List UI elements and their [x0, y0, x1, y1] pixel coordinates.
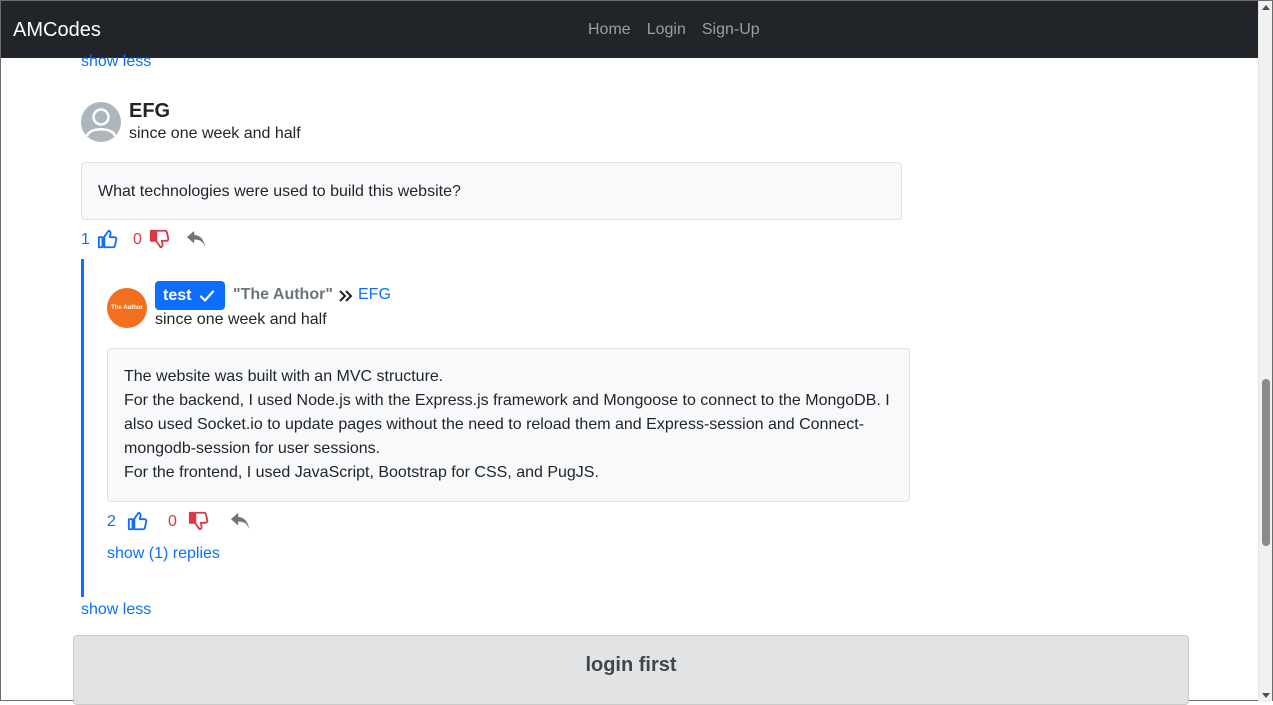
user-avatar: [81, 102, 121, 142]
navbar: AMCodes Home Login Sign-Up: [1, 1, 1260, 58]
reply-text-line: The website was built with an MVC struct…: [124, 368, 444, 385]
brand-logo[interactable]: AMCodes: [13, 18, 101, 42]
comment-text: What technologies were used to build thi…: [98, 183, 461, 200]
author-avatar-label: The Author: [111, 305, 143, 311]
comment-author[interactable]: EFG: [129, 100, 170, 123]
nav-login[interactable]: Login: [647, 20, 686, 40]
show-less-link[interactable]: show less: [81, 53, 151, 71]
reply-icon[interactable]: [229, 511, 251, 531]
dislike-count: 0: [133, 231, 142, 248]
reply-icon[interactable]: [185, 229, 207, 249]
nav-signup[interactable]: Sign-Up: [702, 20, 760, 40]
reply-text-line: For the backend, I used Node.js with the…: [124, 392, 890, 409]
reply-body: The website was built with an MVC struct…: [107, 348, 910, 502]
reply-text-line: mongodb-session for user sessions.: [124, 440, 381, 457]
nav-home[interactable]: Home: [588, 20, 631, 40]
reply-like-count: 2: [107, 513, 116, 530]
comment-body: What technologies were used to build thi…: [81, 162, 902, 220]
scroll-up-arrow-icon[interactable]: [1262, 5, 1270, 10]
reply-dislike-count: 0: [168, 513, 177, 530]
thumbs-up-icon[interactable]: [127, 510, 149, 532]
reply-text-line: For the frontend, I used JavaScript, Boo…: [124, 464, 599, 481]
author-badge[interactable]: test: [155, 281, 225, 310]
login-first-label: login first: [585, 654, 677, 676]
thumbs-up-icon[interactable]: [97, 228, 119, 250]
scrollbar[interactable]: [1258, 1, 1272, 702]
nav-links: Home Login Sign-Up: [588, 20, 776, 40]
reply-text-line: also used Socket.io to update pages with…: [124, 416, 865, 433]
reply-thread-line: [81, 259, 84, 597]
show-replies-link[interactable]: show (1) replies: [107, 545, 220, 563]
scrollbar-thumb[interactable]: [1262, 379, 1270, 546]
scroll-down-arrow-icon[interactable]: [1262, 693, 1270, 698]
thumbs-down-icon[interactable]: [149, 228, 171, 250]
reply-timestamp: since one week and half: [155, 311, 327, 328]
check-icon: [200, 289, 215, 302]
chevron-double-right-icon: [339, 290, 353, 302]
comment-timestamp: since one week and half: [129, 125, 301, 142]
thumbs-down-icon[interactable]: [188, 510, 210, 532]
show-less-link[interactable]: show less: [81, 601, 151, 619]
user-icon: [85, 108, 117, 137]
author-avatar: The Author: [107, 288, 147, 328]
like-count: 1: [81, 231, 90, 248]
login-first-button[interactable]: login first: [73, 635, 1189, 705]
reply-to-link[interactable]: EFG: [358, 286, 391, 304]
author-badge-label: test: [163, 286, 192, 304]
author-tag: "The Author": [233, 286, 333, 303]
